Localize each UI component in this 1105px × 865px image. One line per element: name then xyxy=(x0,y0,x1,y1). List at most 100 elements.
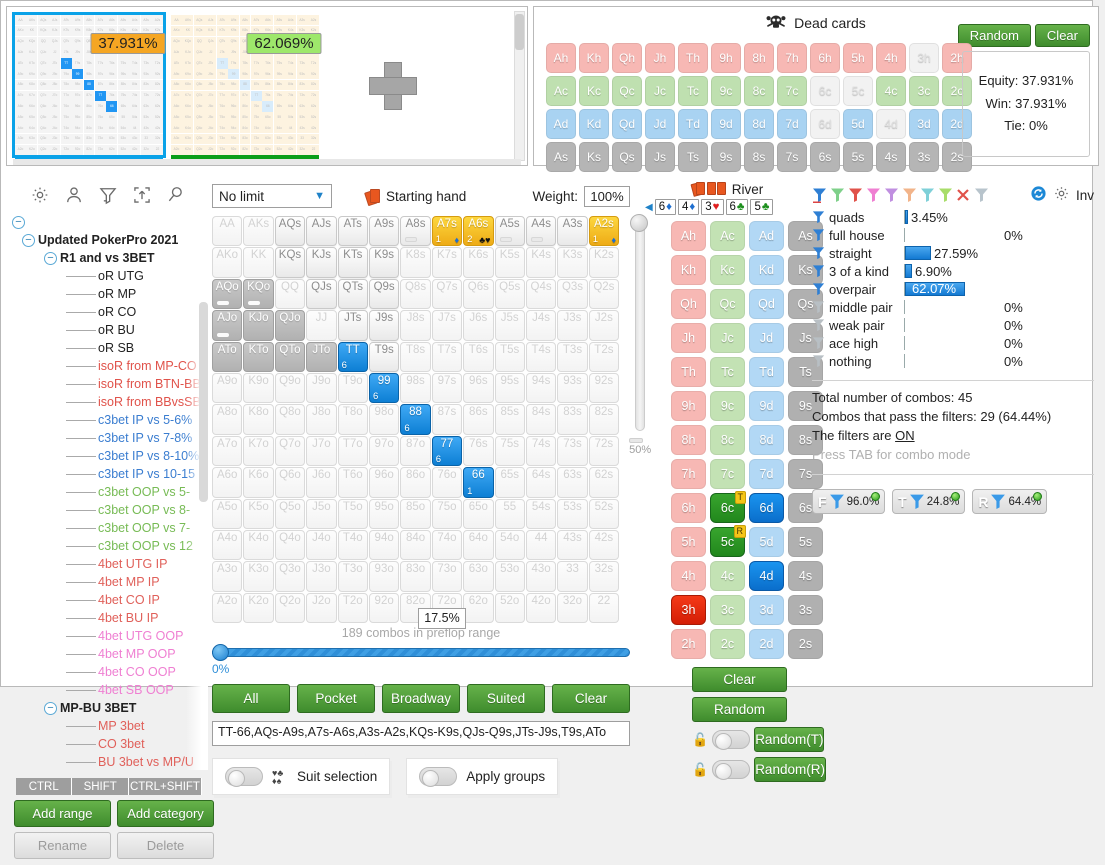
board-picker-2c[interactable]: 2c xyxy=(710,629,745,659)
board-card-2[interactable]: 4 ♦ xyxy=(677,199,700,215)
dead-card-4c[interactable]: 4c xyxy=(876,76,906,106)
matrix-cell-54o[interactable]: 54o xyxy=(494,529,525,561)
dead-card-Tc[interactable]: Tc xyxy=(678,76,708,106)
funnel-preset-2[interactable] xyxy=(830,187,845,203)
matrix-cell-K4o[interactable]: K4o xyxy=(243,529,274,561)
filter-row-3-of-a-kind[interactable]: 3 of a kind 6.90% xyxy=(812,262,1094,280)
matrix-cell-ATs[interactable]: ATs xyxy=(337,216,368,247)
add-range-plus-icon[interactable] xyxy=(367,60,417,110)
board-picker-Tc[interactable]: Tc xyxy=(710,357,745,387)
dead-card-9s[interactable]: 9s xyxy=(711,142,741,172)
random-river-button[interactable]: Random(R) xyxy=(754,757,826,782)
matrix-cell-Q7o[interactable]: Q7o xyxy=(274,435,306,467)
dead-card-Qh[interactable]: Qh xyxy=(612,43,642,73)
board-picker-Kc[interactable]: Kc xyxy=(710,255,745,285)
dead-card-6d[interactable]: 6d xyxy=(810,109,840,139)
matrix-cell-A4s[interactable]: A4s xyxy=(525,216,557,247)
matrix-cell-QJs[interactable]: QJs xyxy=(306,278,337,310)
tree-scrollbar[interactable] xyxy=(199,302,208,502)
matrix-cell-ATo[interactable]: ATo xyxy=(212,341,243,372)
dead-card-3h[interactable]: 3h xyxy=(909,43,939,73)
matrix-cell-42s[interactable]: 42s xyxy=(588,529,620,561)
matrix-cell-T2o[interactable]: T2o xyxy=(337,592,368,624)
matrix-cell-T9o[interactable]: T9o xyxy=(337,372,368,404)
matrix-cell-TT[interactable]: TT 6 xyxy=(337,341,368,372)
dead-card-9h[interactable]: 9h xyxy=(711,43,741,73)
lock-turn-switch[interactable] xyxy=(712,730,751,750)
matrix-cell-63o[interactable]: 63o xyxy=(463,561,494,592)
rename-button[interactable]: Rename xyxy=(14,832,111,859)
matrix-cell-87s[interactable]: 87s xyxy=(431,404,463,435)
matrix-cell-42o[interactable]: 42o xyxy=(525,592,557,624)
matrix-cell-77[interactable]: 77 6 xyxy=(431,435,463,467)
dead-card-3c[interactable]: 3c xyxy=(909,76,939,106)
matrix-cell-Q7s[interactable]: Q7s xyxy=(431,278,463,310)
matrix-cell-J9o[interactable]: J9o xyxy=(306,372,337,404)
matrix-cell-JTo[interactable]: JTo xyxy=(306,341,337,372)
left-arrow-icon[interactable]: ◀ xyxy=(645,202,653,213)
tree-item-4bet-co-ip[interactable]: 4bet CO IP xyxy=(12,591,208,609)
matrix-cell-86s[interactable]: 86s xyxy=(463,404,494,435)
matrix-cell-K4s[interactable]: K4s xyxy=(525,247,557,278)
matrix-cell-74s[interactable]: 74s xyxy=(525,435,557,467)
board-card-4[interactable]: 6 ♣ xyxy=(725,199,749,215)
dead-card-Ts[interactable]: Ts xyxy=(678,142,708,172)
board-picker-9d[interactable]: 9d xyxy=(749,391,784,421)
quick-clear-button[interactable]: Clear xyxy=(552,684,630,714)
hslider-thumb[interactable] xyxy=(212,644,229,662)
add-category-button[interactable]: Add category xyxy=(117,800,214,827)
tree-toggle-icon[interactable]: − xyxy=(44,701,57,715)
dead-card-8c[interactable]: 8c xyxy=(744,76,774,106)
board-picker-Td[interactable]: Td xyxy=(749,357,784,387)
tree-item-4bet-utg-oop[interactable]: 4bet UTG OOP xyxy=(12,627,208,645)
matrix-cell-43s[interactable]: 43s xyxy=(557,529,588,561)
modifier-shift[interactable]: SHIFT xyxy=(72,778,129,795)
matrix-cell-Q5o[interactable]: Q5o xyxy=(274,498,306,529)
matrix-cell-88[interactable]: 88 6 xyxy=(400,404,431,435)
board-picker-7d[interactable]: 7d xyxy=(749,459,784,489)
board-picker-2d[interactable]: 2d xyxy=(749,629,784,659)
matrix-cell-QTo[interactable]: QTo xyxy=(274,341,306,372)
dead-card-3s[interactable]: 3s xyxy=(909,142,939,172)
board-picker-Jc[interactable]: Jc xyxy=(710,323,745,353)
dead-card-Jh[interactable]: Jh xyxy=(645,43,675,73)
matrix-cell-85o[interactable]: 85o xyxy=(400,498,431,529)
board-picker-5d[interactable]: 5d xyxy=(749,527,784,557)
matrix-cell-76s[interactable]: 76s xyxy=(463,435,494,467)
tree-item-or-mp[interactable]: oR MP xyxy=(12,285,208,303)
suit-selection-switch[interactable] xyxy=(225,767,263,787)
tree-item-mp-bu-3bet[interactable]: − MP-BU 3BET xyxy=(12,699,208,717)
dead-card-Ac[interactable]: Ac xyxy=(546,76,576,106)
filter-row-middle-pair[interactable]: middle pair 0% xyxy=(812,298,1094,316)
matrix-cell-J5o[interactable]: J5o xyxy=(306,498,337,529)
matrix-cell-K3o[interactable]: K3o xyxy=(243,561,274,592)
matrix-cell-T8s[interactable]: T8s xyxy=(400,341,431,372)
range-percent-slider[interactable] xyxy=(212,644,630,662)
matrix-cell-J3o[interactable]: J3o xyxy=(306,561,337,592)
matrix-cell-82s[interactable]: 82s xyxy=(588,404,620,435)
matrix-cell-Q9s[interactable]: Q9s xyxy=(368,278,400,310)
tree-item-c3bet-oop-vs-12[interactable]: c3bet OOP vs 12 xyxy=(12,537,208,555)
tree-item-isor-from-mp-co[interactable]: isoR from MP-CO xyxy=(12,357,208,375)
matrix-cell-J6o[interactable]: J6o xyxy=(306,467,337,498)
board-picker-Ac[interactable]: Ac xyxy=(710,221,745,251)
matrix-cell-T2s[interactable]: T2s xyxy=(588,341,620,372)
matrix-cell-J4o[interactable]: J4o xyxy=(306,529,337,561)
dead-card-Ks[interactable]: Ks xyxy=(579,142,609,172)
dead-card-Kh[interactable]: Kh xyxy=(579,43,609,73)
matrix-cell-54s[interactable]: 54s xyxy=(525,498,557,529)
matrix-cell-T6s[interactable]: T6s xyxy=(463,341,494,372)
funnel-preset-4[interactable] xyxy=(866,187,881,203)
refresh-icon[interactable] xyxy=(1030,185,1047,205)
tree-item-co-3bet[interactable]: CO 3bet xyxy=(12,735,208,753)
matrix-cell-Q4o[interactable]: Q4o xyxy=(274,529,306,561)
dead-card-7s[interactable]: 7s xyxy=(777,142,807,172)
dead-card-5c[interactable]: 5c xyxy=(843,76,873,106)
board-picker-4h[interactable]: 4h xyxy=(671,561,706,591)
matrix-cell-Q8o[interactable]: Q8o xyxy=(274,404,306,435)
matrix-cell-76o[interactable]: 76o xyxy=(431,467,463,498)
matrix-cell-K8o[interactable]: K8o xyxy=(243,404,274,435)
matrix-cell-A5s[interactable]: A5s xyxy=(494,216,525,247)
matrix-cell-83s[interactable]: 83s xyxy=(557,404,588,435)
dead-card-7h[interactable]: 7h xyxy=(777,43,807,73)
